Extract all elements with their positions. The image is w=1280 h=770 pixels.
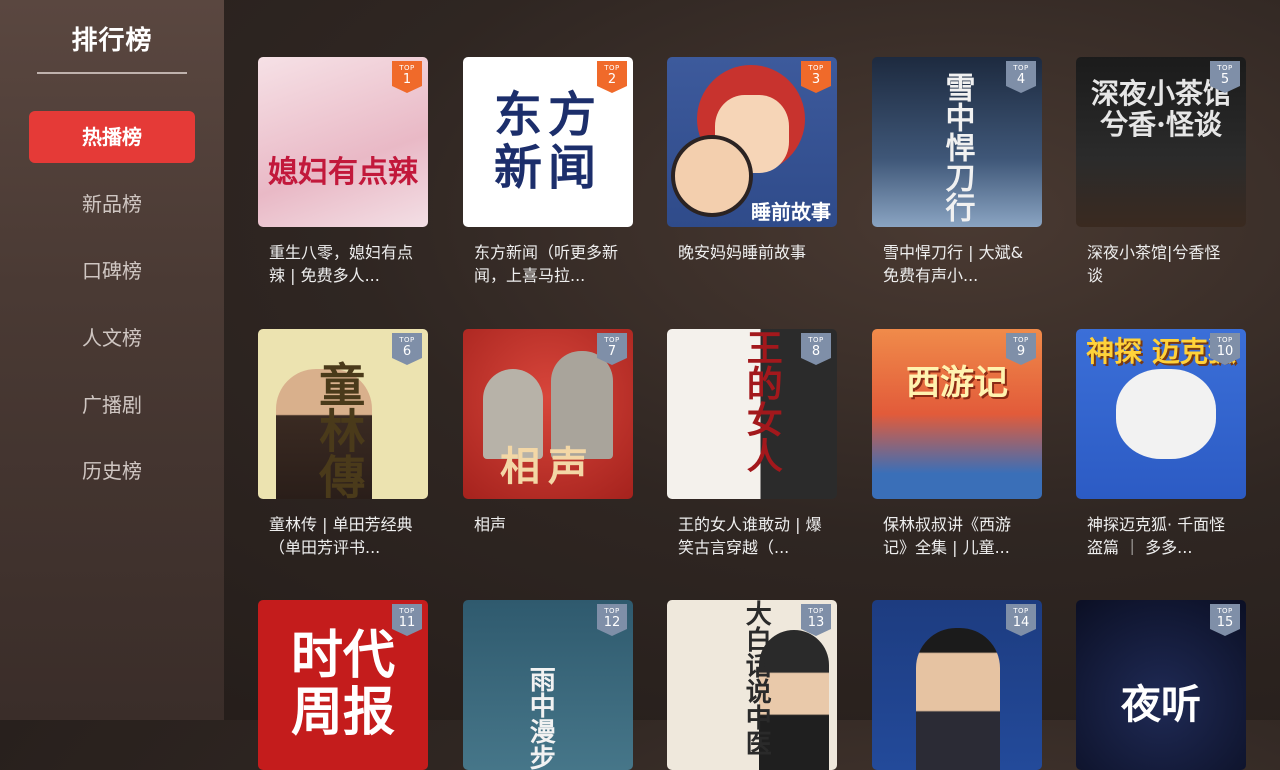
nav-item-history[interactable]: 历史榜	[29, 445, 195, 497]
album-cover: 童林傳 TOP 6	[258, 329, 428, 499]
album-card[interactable]: 相声 TOP 7 相声	[463, 329, 633, 536]
album-cover: 雨中漫步 TOP 12	[463, 600, 633, 770]
album-cover: 相声 TOP 7	[463, 329, 633, 499]
album-cover: 王的女人 TOP 8	[667, 329, 837, 499]
album-cover: 时代周报 TOP 11	[258, 600, 428, 770]
album-title: 晚安妈妈睡前故事	[678, 243, 807, 262]
album-cover: 雪中悍刀行 TOP 4	[872, 57, 1042, 227]
album-cover: 夜听 TOP 15	[1076, 600, 1246, 770]
album-title: 重生八零，媳妇有点辣 | 免费多人...	[269, 243, 414, 285]
album-card[interactable]: 雪中悍刀行 TOP 4 雪中悍刀行 | 大斌&免费有声小...	[872, 57, 1042, 287]
album-cover: 媳妇有点辣 TOP 1	[258, 57, 428, 227]
album-card[interactable]: 东方新闻 TOP 2 东方新闻（听更多新闻，上喜马拉...	[463, 57, 633, 287]
album-card[interactable]: 西游记 TOP 9 保林叔叔讲《西游记》全集 | 儿童...	[872, 329, 1042, 559]
sidebar: 排行榜 热播榜 新品榜 口碑榜 人文榜 广播剧 历史榜	[0, 0, 224, 720]
album-card[interactable]: 童林傳 TOP 6 童林传 | 单田芳经典（单田芳评书...	[258, 329, 428, 559]
album-cover: TOP 14	[872, 600, 1042, 770]
nav-item-hot[interactable]: 热播榜	[29, 111, 195, 163]
album-card[interactable]: TOP 14	[872, 600, 1042, 770]
album-cover: 西游记 TOP 9	[872, 329, 1042, 499]
album-card[interactable]: 雨中漫步 TOP 12	[463, 600, 633, 770]
album-title: 东方新闻（听更多新闻，上喜马拉...	[474, 243, 619, 285]
album-cover: 深夜小茶馆 兮香·怪谈 TOP 5	[1076, 57, 1246, 227]
album-card[interactable]: 王的女人 TOP 8 王的女人谁敢动 | 爆笑古言穿越（...	[667, 329, 837, 559]
album-title: 王的女人谁敢动 | 爆笑古言穿越（...	[678, 515, 822, 557]
album-cover: 大白话说中医 TOP 13	[667, 600, 837, 770]
album-title: 保林叔叔讲《西游记》全集 | 儿童...	[883, 515, 1012, 557]
album-cover: 睡前故事 TOP 3	[667, 57, 837, 227]
album-title: 童林传 | 单田芳经典（单田芳评书...	[269, 515, 413, 557]
nav-item-humanities[interactable]: 人文榜	[29, 312, 195, 364]
album-card[interactable]: 神探 迈克狐 TOP 10 神探迈克狐· 千面怪盗篇 ｜ 多多...	[1076, 329, 1246, 559]
album-cover: 东方新闻 TOP 2	[463, 57, 633, 227]
sidebar-divider	[37, 72, 187, 74]
album-card[interactable]: 夜听 TOP 15	[1076, 600, 1246, 770]
album-title: 深夜小茶馆|兮香怪谈	[1087, 243, 1221, 285]
album-title: 雪中悍刀行 | 大斌&免费有声小...	[883, 243, 1024, 285]
rank-badge: TOP 14	[1006, 604, 1036, 636]
nav-item-new[interactable]: 新品榜	[29, 178, 195, 230]
album-title: 相声	[474, 515, 507, 534]
album-card[interactable]: 大白话说中医 TOP 13	[667, 600, 837, 770]
sidebar-title: 排行榜	[71, 26, 153, 56]
album-cover: 神探 迈克狐 TOP 10	[1076, 329, 1246, 499]
nav-item-reputation[interactable]: 口碑榜	[29, 245, 195, 297]
album-card[interactable]: 时代周报 TOP 11	[258, 600, 428, 770]
album-card[interactable]: 深夜小茶馆 兮香·怪谈 TOP 5 深夜小茶馆|兮香怪谈	[1076, 57, 1246, 287]
album-card[interactable]: 睡前故事 TOP 3 晚安妈妈睡前故事	[667, 57, 837, 264]
album-card[interactable]: 媳妇有点辣 TOP 1 重生八零，媳妇有点辣 | 免费多人...	[258, 57, 428, 287]
portrait	[916, 628, 1000, 770]
nav-item-radio-drama[interactable]: 广播剧	[29, 379, 195, 431]
album-title: 神探迈克狐· 千面怪盗篇 ｜ 多多...	[1087, 515, 1226, 557]
